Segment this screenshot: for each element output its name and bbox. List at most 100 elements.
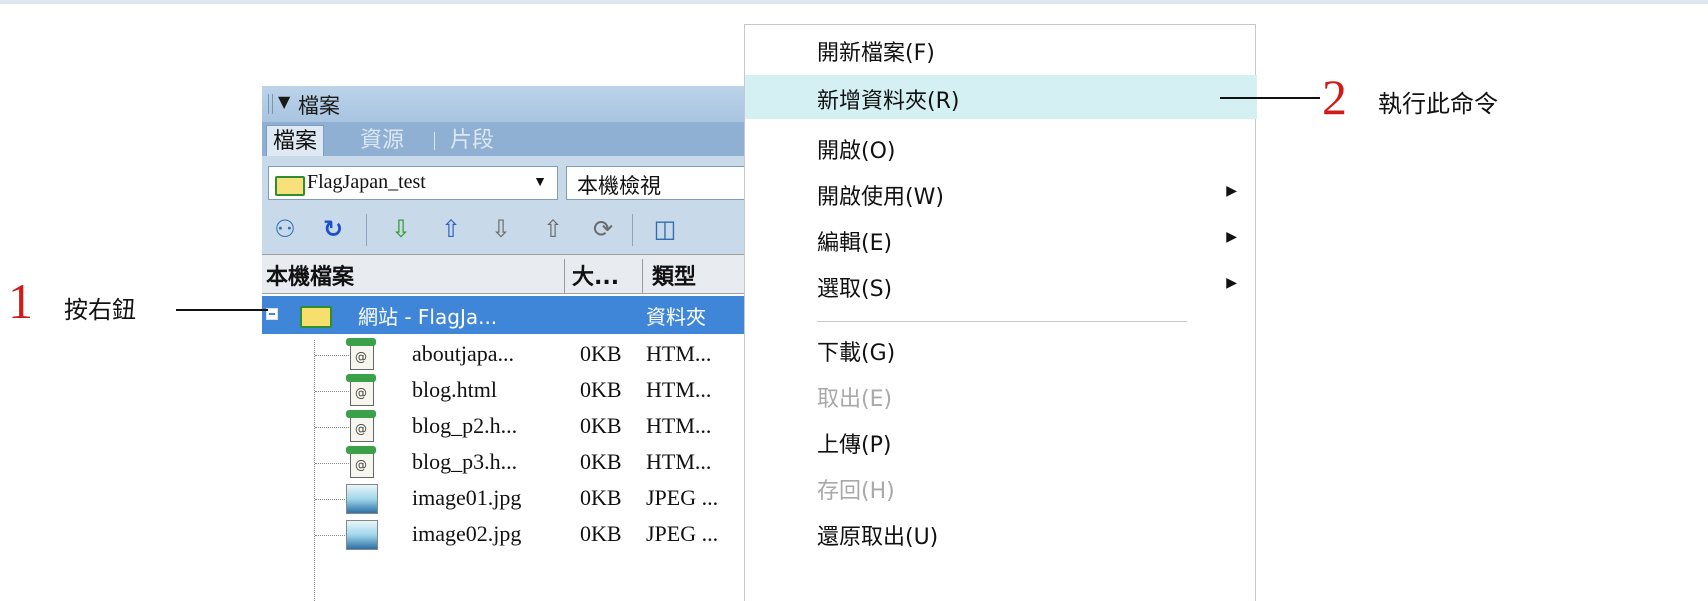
- tab-divider: [434, 132, 435, 150]
- header-size[interactable]: 大...: [572, 259, 619, 291]
- menu-item-edit[interactable]: 編輯(E) ▶: [745, 217, 1257, 261]
- menu-item-get[interactable]: 下載(G): [745, 327, 1257, 371]
- file-size: 0KB: [580, 377, 622, 402]
- panel-tabs: 檔案 資源 片段: [262, 122, 822, 157]
- panel-title: 檔案: [298, 94, 340, 118]
- file-list-header: 本機檔案 大... 類型: [262, 254, 822, 294]
- column-divider[interactable]: [642, 259, 643, 293]
- menu-item-label: 還原取出(U): [817, 525, 939, 550]
- site-root-name: 網站 - FlagJa...: [358, 305, 498, 329]
- menu-item-open[interactable]: 開啟(O): [745, 125, 1257, 169]
- check-in-icon[interactable]: ⇧: [538, 214, 568, 244]
- check-out-icon[interactable]: ⇩: [486, 214, 516, 244]
- html-file-icon: @: [346, 338, 376, 370]
- annotation-pointer-1: [176, 309, 268, 311]
- file-size: 0KB: [580, 521, 622, 546]
- menu-item-label: 新增資料夾(R): [817, 89, 960, 114]
- context-menu: 開新檔案(F) 新增資料夾(R) 開啟(O) 開啟使用(W) ▶ 編輯(E) ▶…: [744, 24, 1257, 601]
- menu-item-label: 下載(G): [817, 341, 896, 366]
- annotation-text-1: 按右鈕: [64, 296, 136, 324]
- top-border: [0, 0, 1708, 4]
- toolbar-divider: [632, 214, 633, 246]
- menu-item-label: 存回(H): [817, 479, 895, 504]
- file-name: aboutjapa...: [412, 341, 515, 366]
- jpeg-file-icon: [346, 520, 378, 550]
- file-size: 0KB: [580, 449, 622, 474]
- file-size: 0KB: [580, 341, 622, 366]
- get-arrow-icon[interactable]: ⇩: [386, 214, 416, 244]
- menu-item-put[interactable]: 上傳(P): [745, 419, 1257, 463]
- file-row[interactable]: @ blog_p3.h... 0KB HTM...: [262, 444, 822, 482]
- dropdown-arrow-icon: ▼: [533, 175, 547, 190]
- file-name: image02.jpg: [412, 521, 522, 546]
- header-local-files[interactable]: 本機檔案: [266, 259, 354, 291]
- menu-item-new-file[interactable]: 開新檔案(F): [745, 27, 1257, 71]
- panel-grip-icon[interactable]: [268, 94, 273, 114]
- toolbar-divider: [366, 214, 367, 246]
- file-row[interactable]: @ blog_p2.h... 0KB HTM...: [262, 408, 822, 446]
- header-type[interactable]: 類型: [652, 259, 696, 291]
- panel-toolbar: ⚇ ↻ ⇩ ⇧ ⇩ ⇧ ⟳ ◫: [262, 206, 822, 254]
- folder-icon: [300, 306, 332, 328]
- menu-item-label: 開啟使用(W): [817, 185, 944, 210]
- menu-item-undo-check-out[interactable]: 還原取出(U): [745, 511, 1257, 555]
- menu-separator: [817, 321, 1187, 322]
- file-row[interactable]: @ aboutjapa... 0KB HTM...: [262, 336, 822, 374]
- files-panel: ▼ 檔案 檔案 資源 片段 FlagJapan_test ▼ 本機檢視 ⚇ ↻ …: [262, 86, 822, 601]
- folder-icon: [275, 176, 305, 196]
- site-controls: FlagJapan_test ▼ 本機檢視: [262, 156, 822, 206]
- annotation-number-2: 2: [1322, 69, 1347, 125]
- collapse-triangle-icon[interactable]: ▼: [278, 92, 290, 111]
- menu-item-label: 上傳(P): [817, 433, 892, 458]
- column-divider[interactable]: [564, 259, 565, 293]
- site-dropdown[interactable]: FlagJapan_test ▼: [268, 166, 558, 200]
- annotation-pointer-2: [1220, 97, 1320, 99]
- menu-item-new-folder[interactable]: 新增資料夾(R): [745, 75, 1257, 119]
- submenu-arrow-icon: ▶: [1226, 229, 1237, 245]
- annotation-text-2: 執行此命令: [1378, 90, 1498, 118]
- menu-item-label: 開啟(O): [817, 139, 896, 164]
- tab-files[interactable]: 檔案: [266, 125, 325, 157]
- site-root-row[interactable]: 網站 - FlagJa... 資料夾: [262, 296, 822, 334]
- file-type: HTM...: [646, 377, 712, 402]
- synchronize-icon[interactable]: ⟳: [588, 214, 618, 244]
- view-dropdown-value: 本機檢視: [577, 174, 661, 198]
- expand-panel-icon[interactable]: ◫: [650, 214, 680, 244]
- file-row[interactable]: image01.jpg 0KB JPEG ...: [262, 480, 822, 518]
- file-name: image01.jpg: [412, 485, 522, 510]
- menu-item-check-out: 取出(E): [745, 373, 1257, 417]
- tab-assets[interactable]: 資源: [354, 125, 410, 156]
- html-file-icon: @: [346, 446, 376, 478]
- submenu-arrow-icon: ▶: [1226, 275, 1237, 291]
- menu-item-select[interactable]: 選取(S) ▶: [745, 263, 1257, 307]
- html-file-icon: @: [346, 410, 376, 442]
- menu-item-label: 取出(E): [817, 387, 893, 412]
- menu-item-label: 選取(S): [817, 277, 893, 302]
- file-name: blog_p2.h...: [412, 413, 518, 438]
- jpeg-file-icon: [346, 484, 378, 514]
- menu-item-open-with[interactable]: 開啟使用(W) ▶: [745, 171, 1257, 215]
- site-dropdown-value: FlagJapan_test: [307, 171, 426, 193]
- tab-snippets[interactable]: 片段: [444, 125, 500, 156]
- submenu-arrow-icon: ▶: [1226, 183, 1237, 199]
- file-type: JPEG ...: [646, 521, 719, 546]
- refresh-icon[interactable]: ↻: [318, 214, 348, 244]
- file-type: HTM...: [646, 449, 712, 474]
- menu-item-label: 編輯(E): [817, 231, 893, 256]
- put-arrow-icon[interactable]: ⇧: [436, 214, 466, 244]
- file-row[interactable]: image02.jpg 0KB JPEG ...: [262, 516, 822, 554]
- site-root-type: 資料夾: [646, 305, 706, 329]
- file-row[interactable]: @ blog.html 0KB HTM...: [262, 372, 822, 410]
- annotation-number-1: 1: [8, 273, 33, 329]
- menu-item-check-in: 存回(H): [745, 465, 1257, 509]
- file-size: 0KB: [580, 413, 622, 438]
- file-type: JPEG ...: [646, 485, 719, 510]
- file-type: HTM...: [646, 413, 712, 438]
- file-name: blog.html: [412, 377, 497, 402]
- connect-icon[interactable]: ⚇: [270, 214, 300, 244]
- file-type: HTM...: [646, 341, 712, 366]
- panel-title-bar[interactable]: ▼ 檔案: [262, 86, 822, 122]
- menu-item-label: 開新檔案(F): [817, 41, 935, 66]
- file-size: 0KB: [580, 485, 622, 510]
- html-file-icon: @: [346, 374, 376, 406]
